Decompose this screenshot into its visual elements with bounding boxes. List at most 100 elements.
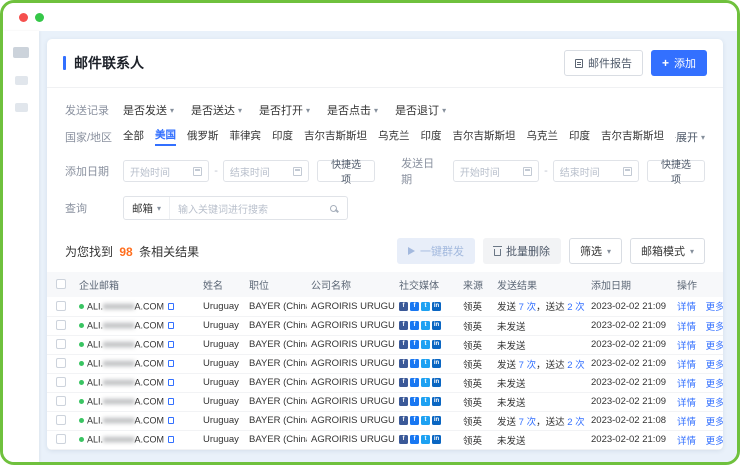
- facebook-icon[interactable]: f: [399, 416, 408, 425]
- linkedin-icon[interactable]: in: [432, 378, 441, 387]
- more-link[interactable]: 更多: [706, 433, 723, 447]
- detail-link[interactable]: 详情: [677, 338, 696, 352]
- facebook-icon[interactable]: f: [399, 359, 408, 368]
- copy-icon[interactable]: [168, 360, 174, 367]
- row-checkbox[interactable]: [56, 377, 66, 387]
- twitter-icon[interactable]: t: [421, 378, 430, 387]
- send-date-quick-options-button[interactable]: 快捷选项: [647, 160, 705, 182]
- twitter-icon[interactable]: t: [421, 302, 430, 311]
- row-checkbox[interactable]: [56, 358, 66, 368]
- send-count-link[interactable]: 2 次: [567, 302, 584, 313]
- detail-link[interactable]: 详情: [677, 319, 696, 333]
- add-button[interactable]: 添加: [651, 50, 707, 76]
- row-checkbox[interactable]: [56, 434, 66, 444]
- send-count-link[interactable]: 2 次: [567, 417, 584, 428]
- facebook-icon[interactable]: f: [399, 435, 408, 444]
- more-link[interactable]: 更多: [706, 357, 723, 371]
- linkedin-icon[interactable]: in: [432, 340, 441, 349]
- facebook-icon[interactable]: f: [399, 378, 408, 387]
- send-date-end-input[interactable]: 结束时间: [553, 160, 639, 182]
- copy-icon[interactable]: [168, 322, 174, 329]
- copy-icon[interactable]: [168, 417, 174, 424]
- send-record-option-3[interactable]: 是否点击: [327, 102, 378, 118]
- more-link[interactable]: 更多: [706, 414, 723, 428]
- facebook-icon[interactable]: f: [410, 378, 419, 387]
- send-date-start-input[interactable]: 开始时间: [453, 160, 539, 182]
- facebook-icon[interactable]: f: [399, 340, 408, 349]
- linkedin-icon[interactable]: in: [432, 302, 441, 311]
- row-checkbox[interactable]: [56, 396, 66, 406]
- row-checkbox[interactable]: [56, 301, 66, 311]
- linkedin-icon[interactable]: in: [432, 435, 441, 444]
- send-count-link[interactable]: 2 次: [567, 360, 584, 371]
- select-all-checkbox[interactable]: [56, 279, 66, 289]
- detail-link[interactable]: 详情: [677, 395, 696, 409]
- add-date-end-input[interactable]: 结束时间: [223, 160, 309, 182]
- copy-icon[interactable]: [168, 379, 174, 386]
- facebook-icon[interactable]: f: [410, 435, 419, 444]
- facebook-icon[interactable]: f: [410, 416, 419, 425]
- row-checkbox[interactable]: [56, 339, 66, 349]
- twitter-icon[interactable]: t: [421, 435, 430, 444]
- country-tab-7[interactable]: 印度: [421, 128, 442, 145]
- detail-link[interactable]: 详情: [677, 357, 696, 371]
- sidebar-icon-placeholder[interactable]: [15, 76, 28, 85]
- more-link[interactable]: 更多: [706, 299, 723, 313]
- facebook-icon[interactable]: f: [410, 321, 419, 330]
- linkedin-icon[interactable]: in: [432, 397, 441, 406]
- twitter-icon[interactable]: t: [421, 359, 430, 368]
- country-tab-3[interactable]: 菲律宾: [230, 128, 262, 145]
- more-link[interactable]: 更多: [706, 395, 723, 409]
- mode-dropdown[interactable]: 邮箱模式: [630, 238, 705, 264]
- add-date-quick-options-button[interactable]: 快捷选项: [317, 160, 375, 182]
- menu-icon[interactable]: [13, 47, 29, 58]
- send-record-option-4[interactable]: 是否退订: [395, 102, 446, 118]
- country-tab-2[interactable]: 俄罗斯: [187, 128, 219, 145]
- send-record-option-1[interactable]: 是否送达: [191, 102, 242, 118]
- detail-link[interactable]: 详情: [677, 376, 696, 390]
- email-report-button[interactable]: 邮件报告: [564, 50, 643, 76]
- twitter-icon[interactable]: t: [421, 340, 430, 349]
- window-zoom-dot[interactable]: [35, 13, 44, 22]
- twitter-icon[interactable]: t: [421, 397, 430, 406]
- country-tab-5[interactable]: 吉尔吉斯斯坦: [304, 128, 367, 145]
- detail-link[interactable]: 详情: [677, 299, 696, 313]
- country-tab-0[interactable]: 全部: [123, 128, 144, 145]
- send-count-link[interactable]: 7 次: [519, 302, 536, 313]
- search-input[interactable]: 输入关键词进行搜索: [170, 201, 330, 216]
- send-record-option-0[interactable]: 是否发送: [123, 102, 174, 118]
- row-checkbox[interactable]: [56, 320, 66, 330]
- twitter-icon[interactable]: t: [421, 321, 430, 330]
- facebook-icon[interactable]: f: [410, 397, 419, 406]
- copy-icon[interactable]: [168, 341, 174, 348]
- country-tab-6[interactable]: 乌克兰: [378, 128, 410, 145]
- bulk-send-button[interactable]: 一键群发: [397, 238, 475, 264]
- country-tab-4[interactable]: 印度: [272, 128, 293, 145]
- country-tab-9[interactable]: 乌克兰: [527, 128, 559, 145]
- detail-link[interactable]: 详情: [677, 414, 696, 428]
- window-close-dot[interactable]: [19, 13, 28, 22]
- facebook-icon[interactable]: f: [410, 359, 419, 368]
- more-link[interactable]: 更多: [706, 376, 723, 390]
- linkedin-icon[interactable]: in: [432, 359, 441, 368]
- search-icon[interactable]: [330, 205, 337, 212]
- facebook-icon[interactable]: f: [399, 397, 408, 406]
- send-record-option-2[interactable]: 是否打开: [259, 102, 310, 118]
- copy-icon[interactable]: [168, 436, 174, 443]
- linkedin-icon[interactable]: in: [432, 321, 441, 330]
- twitter-icon[interactable]: t: [421, 416, 430, 425]
- sidebar-icon-placeholder[interactable]: [15, 103, 28, 112]
- country-tab-8[interactable]: 吉尔吉斯斯坦: [453, 128, 516, 145]
- send-count-link[interactable]: 7 次: [519, 417, 536, 428]
- more-link[interactable]: 更多: [706, 338, 723, 352]
- country-tab-10[interactable]: 印度: [569, 128, 590, 145]
- row-checkbox[interactable]: [56, 415, 66, 425]
- detail-link[interactable]: 详情: [677, 433, 696, 447]
- add-date-start-input[interactable]: 开始时间: [123, 160, 209, 182]
- bulk-delete-button[interactable]: 批量删除: [483, 238, 561, 264]
- filter-dropdown[interactable]: 筛选: [569, 238, 622, 264]
- facebook-icon[interactable]: f: [399, 302, 408, 311]
- facebook-icon[interactable]: f: [410, 340, 419, 349]
- send-count-link[interactable]: 7 次: [519, 360, 536, 371]
- facebook-icon[interactable]: f: [399, 321, 408, 330]
